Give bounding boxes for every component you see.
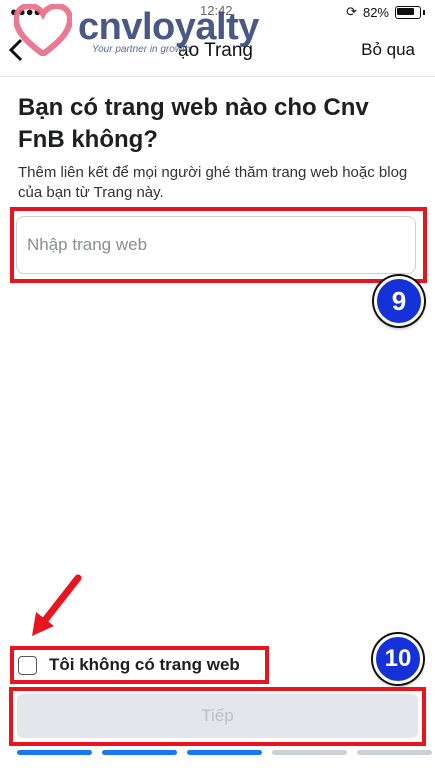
page-heading: Bạn có trang web nào cho Cnv FnB không? xyxy=(18,94,369,153)
red-arrow-icon xyxy=(32,574,82,636)
watermark-logo: cnvloyalty Your partner in growth xyxy=(14,4,264,64)
battery-icon xyxy=(395,5,421,19)
watermark-name: cnvloyalty xyxy=(78,6,259,48)
next-button[interactable]: Tiếp xyxy=(17,694,418,738)
progress-indicator xyxy=(17,750,432,755)
heart-icon xyxy=(14,4,72,56)
status-right: ⟳ 82% xyxy=(346,4,425,20)
step-badge-10: 10 xyxy=(373,634,423,684)
progress-segment xyxy=(187,750,262,755)
page-description: Thêm liên kết để mọi người ghé thăm tran… xyxy=(18,164,408,201)
website-input[interactable] xyxy=(17,217,415,273)
progress-segment xyxy=(272,750,347,755)
website-field[interactable] xyxy=(16,216,416,274)
no-website-label[interactable]: Tôi không có trang web xyxy=(49,655,240,675)
no-website-checkbox[interactable] xyxy=(18,656,37,675)
progress-segment xyxy=(17,750,92,755)
progress-segment xyxy=(357,750,432,755)
step-badge-9: 9 xyxy=(374,276,424,326)
nav-divider xyxy=(0,76,435,77)
orientation-lock-icon: ⟳ xyxy=(346,4,357,19)
skip-button[interactable]: Bỏ qua xyxy=(361,40,415,60)
watermark-tagline: Your partner in growth xyxy=(92,44,191,55)
battery-percentage: 82% xyxy=(362,4,389,20)
progress-segment xyxy=(102,750,177,755)
